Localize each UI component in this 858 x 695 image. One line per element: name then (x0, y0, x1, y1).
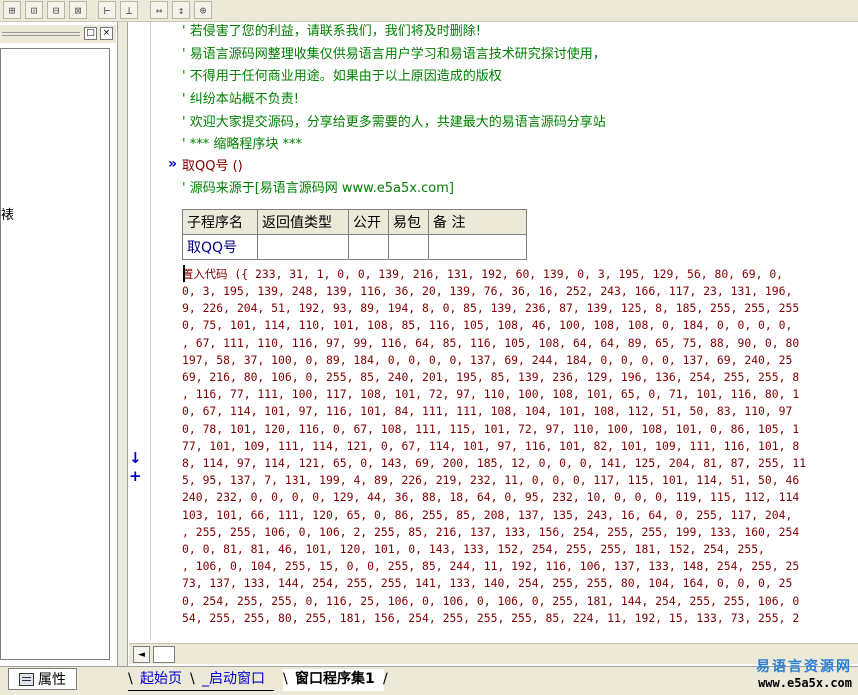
marker-gutter: ↓ + (129, 22, 151, 640)
code-line[interactable]: 置入代码 ({ 233, 31, 1, 0, 0, 139, 216, 131,… (182, 266, 783, 283)
tab-label: 起始页 (140, 671, 182, 687)
tab-properties[interactable]: 属性 (8, 668, 77, 690)
breakpoint-marks[interactable]: ↓ + (129, 449, 150, 485)
tab-startup-window[interactable]: \ _启动窗口 (190, 669, 274, 691)
same-width-icon[interactable]: ⊢ (98, 1, 116, 19)
code-line[interactable]: 103, 101, 66, 111, 120, 65, 0, 86, 255, … (182, 507, 792, 524)
code-line[interactable]: , 255, 255, 106, 0, 106, 2, 255, 85, 216… (182, 524, 799, 541)
code-line[interactable]: 73, 137, 133, 144, 254, 255, 255, 141, 1… (182, 575, 792, 592)
table-header-cell: 备 注 (428, 209, 527, 235)
code-editor[interactable]: ' 若侵害了您的利益，请联系我们，我们将及时删除! ' 易语言源码网整理收集仅供… (152, 22, 858, 640)
same-height-icon[interactable]: ⊥ (120, 1, 138, 19)
scroll-thumb[interactable] (153, 646, 175, 663)
center-grid-icon[interactable]: ⊕ (194, 1, 212, 19)
code-line[interactable]: 54, 255, 255, 80, 255, 181, 156, 254, 25… (182, 610, 799, 627)
left-panel-content[interactable]: 裱 (0, 48, 110, 660)
code-line[interactable]: 197, 58, 37, 100, 0, 89, 184, 0, 0, 0, 0… (182, 352, 792, 369)
align-middle-icon[interactable]: ⊠ (69, 1, 87, 19)
align-center-icon[interactable]: ⊡ (25, 1, 43, 19)
subroutine-table: 子程序名 返回值类型 公开 易包 备 注 取QQ号 (182, 209, 527, 260)
code-line[interactable]: , 106, 0, 104, 255, 15, 0, 0, 255, 85, 2… (182, 558, 799, 575)
return-type-cell[interactable] (257, 234, 349, 260)
watermark-title: 易语言资源网 (756, 659, 852, 675)
table-header-cell: 公开 (348, 209, 389, 235)
tab-divider: / (383, 671, 388, 687)
code-line[interactable]: 0, 67, 114, 101, 97, 116, 101, 84, 111, … (182, 403, 792, 420)
code-line[interactable]: 0, 3, 195, 139, 248, 139, 116, 36, 20, 1… (182, 283, 792, 300)
code-line[interactable]: 8, 114, 97, 114, 121, 65, 0, 143, 69, 20… (182, 455, 806, 472)
left-panel-header: □ × (0, 25, 116, 43)
code-line[interactable]: 69, 216, 80, 106, 0, 255, 85, 240, 201, … (182, 369, 799, 386)
public-cell[interactable] (348, 234, 389, 260)
watermark-url: www.e5a5x.com (758, 676, 852, 690)
subroutine-name-cell[interactable]: 取QQ号 (182, 234, 258, 260)
table-header-cell: 返回值类型 (257, 209, 349, 235)
scroll-left-icon[interactable]: ◄ (133, 646, 150, 663)
tab-window-assembly[interactable]: \ 窗口程序集1 / (283, 669, 388, 691)
h-spacing-icon[interactable]: ↔ (150, 1, 168, 19)
comment-line: ' 若侵害了您的利益，请联系我们，我们将及时删除! (182, 24, 481, 39)
tab-divider: \ (128, 671, 133, 687)
code-line[interactable]: 0, 75, 101, 114, 110, 101, 108, 85, 116,… (182, 317, 792, 334)
code-line[interactable]: , 67, 111, 110, 116, 97, 99, 116, 64, 85… (182, 335, 799, 352)
site-watermark: 易语言资源网 www.e5a5x.com (756, 656, 852, 690)
tab-start-page[interactable]: \ 起始页 (128, 669, 191, 691)
assembly-name: 取QQ号 () (182, 159, 243, 174)
fold-toggle-icon[interactable]: » (168, 156, 177, 172)
header-grip[interactable] (2, 35, 80, 36)
close-button[interactable]: × (100, 27, 113, 40)
v-spacing-icon[interactable]: ↕ (172, 1, 190, 19)
comment-line: ' 欢迎大家提交源码，分享给更多需要的人，共建最大的易语言源码分享站 (182, 115, 606, 130)
text-caret (183, 265, 185, 282)
code-line[interactable]: 0, 0, 81, 81, 46, 101, 120, 101, 0, 143,… (182, 541, 765, 558)
code-line[interactable]: 240, 232, 0, 0, 0, 0, 129, 44, 36, 88, 1… (182, 489, 799, 506)
table-row[interactable]: 取QQ号 (182, 234, 527, 260)
align-left-icon[interactable]: ⊞ (3, 1, 21, 19)
restore-button[interactable]: □ (84, 27, 97, 40)
table-header-cell: 子程序名 (182, 209, 258, 235)
remark-cell[interactable] (428, 234, 527, 260)
code-line[interactable]: , 116, 77, 111, 100, 117, 108, 101, 72, … (182, 386, 799, 403)
tab-label: 窗口程序集1 (295, 671, 375, 687)
code-line[interactable]: 77, 101, 109, 111, 114, 121, 0, 67, 114,… (182, 438, 799, 455)
clipped-label: 裱 (1, 208, 15, 223)
horizontal-scrollbar[interactable]: ◄ (129, 643, 858, 664)
table-header-cell: 易包 (388, 209, 429, 235)
alignment-toolbar: ⊞ ⊡ ⊟ ⊠ ⊢ ⊥ ↔ ↕ ⊕ (0, 0, 858, 22)
comment-line: ' 不得用于任何商业用途。如果由于以上原因造成的版权 (182, 69, 502, 84)
comment-line: ' 易语言源码网整理收集仅供易语言用户学习和易语言技术研究探讨使用， (182, 47, 606, 62)
tab-label: _启动窗口 (202, 671, 265, 687)
source-comment: ' 源码来源于[易语言源码网 www.e5a5x.com] (182, 181, 454, 196)
bottom-tab-bar: 属性 \ 起始页 \ _启动窗口 \ 窗口程序集1 / (0, 666, 858, 695)
code-line[interactable]: 0, 254, 255, 255, 0, 116, 25, 106, 0, 10… (182, 593, 799, 610)
splitter[interactable] (118, 22, 128, 666)
tab-properties-label: 属性 (38, 672, 66, 688)
folded-block-comment[interactable]: ' *** 缩略程序块 *** (182, 136, 302, 154)
properties-icon (19, 672, 34, 686)
header-grip[interactable] (2, 32, 80, 33)
tab-divider: \ (283, 671, 288, 687)
epackage-cell[interactable] (388, 234, 429, 260)
left-panel: □ × 裱 (0, 22, 118, 666)
align-top-icon[interactable]: ⊟ (47, 1, 65, 19)
code-line[interactable]: 9, 226, 204, 51, 192, 93, 89, 194, 8, 0,… (182, 300, 799, 317)
comment-line: ' 纠纷本站概不负责! (182, 92, 299, 107)
code-line[interactable]: 0, 78, 101, 120, 116, 0, 67, 108, 111, 1… (182, 421, 799, 438)
table-header-row: 子程序名 返回值类型 公开 易包 备 注 (182, 209, 527, 235)
code-line[interactable]: 5, 95, 137, 7, 131, 199, 4, 89, 226, 219… (182, 472, 799, 489)
tab-divider: \ (190, 671, 195, 687)
